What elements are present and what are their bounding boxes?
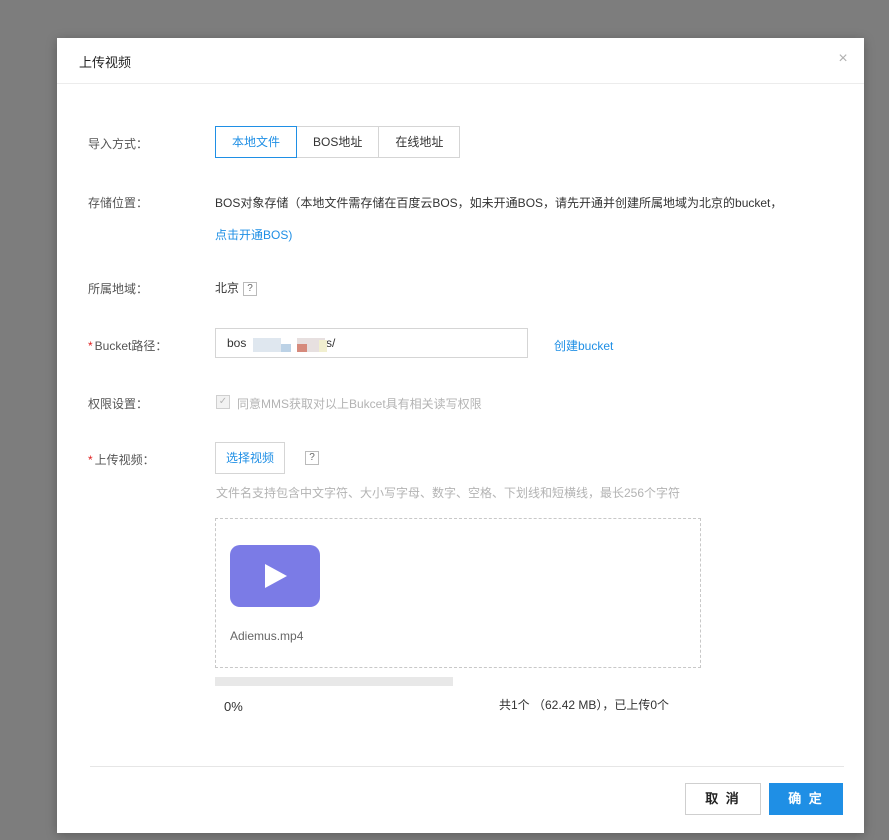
redacted-block xyxy=(281,344,291,352)
footer-divider xyxy=(90,766,844,767)
redacted-block xyxy=(319,340,327,352)
open-bos-link[interactable]: 点击开通BOS xyxy=(215,228,288,242)
upload-progress-bar xyxy=(215,677,453,686)
upload-video-label-text: 上传视频： xyxy=(94,453,155,467)
permission-checkbox[interactable]: ✓ xyxy=(216,395,230,409)
import-option-online-address[interactable]: 在线地址 xyxy=(379,127,460,157)
storage-description: BOS对象存储（本地文件需存储在百度云BOS，如未开通BOS，请先开通并创建所属… xyxy=(215,196,783,210)
bucket-path-prefix: bos xyxy=(227,336,247,350)
permission-text: 同意MMS获取对以上Bukcet具有相关读写权限 xyxy=(237,397,482,411)
video-file-thumbnail xyxy=(230,545,320,607)
import-method-segmented: 本地文件 BOS地址 在线地址 xyxy=(215,126,461,158)
upload-video-label: * 上传视频： xyxy=(88,451,188,468)
import-option-bos-address[interactable]: BOS地址 xyxy=(297,127,380,157)
upload-progress-percent: 0% xyxy=(224,699,243,714)
region-value: 北京 xyxy=(215,281,240,295)
bucket-path-suffix: s/ xyxy=(326,336,336,350)
bucket-path-label-text: Bucket路径： xyxy=(94,339,168,353)
redacted-block xyxy=(253,338,281,352)
create-bucket-link[interactable]: 创建bucket xyxy=(554,337,613,354)
upload-help-row: ? xyxy=(301,450,319,465)
permission-label: 权限设置： xyxy=(88,397,149,411)
region-label: 所属地域： xyxy=(88,282,149,296)
region-help-icon[interactable]: ? xyxy=(243,281,258,296)
play-icon xyxy=(265,564,287,588)
required-marker: * xyxy=(88,339,93,353)
region-value-row: 北京? xyxy=(215,279,258,296)
import-method-label: 导入方式： xyxy=(88,137,149,151)
redacted-block xyxy=(297,344,307,352)
select-video-button[interactable]: 选择视频 xyxy=(215,442,286,474)
bucket-path-label: * Bucket路径： xyxy=(88,337,188,354)
file-name: Adiemus.mp4 xyxy=(230,629,304,643)
cancel-button[interactable]: 取 消 xyxy=(685,783,761,815)
storage-location-label: 存储位置： xyxy=(88,196,149,210)
dialog-title: 上传视频 xyxy=(79,55,132,70)
confirm-button[interactable]: 确 定 xyxy=(769,783,843,815)
file-name-hint: 文件名支持包含中文字符、大小写字母、数字、空格、下划线和短横线，最长256个字符 xyxy=(216,486,681,500)
upload-dropzone[interactable]: Adiemus.mp4 xyxy=(215,518,701,668)
upload-help-icon[interactable]: ? xyxy=(305,450,319,465)
upload-video-dialog: 上传视频 × 导入方式： 本地文件 BOS地址 在线地址 存储位置： BOS对象… xyxy=(57,38,864,833)
import-option-local-file[interactable]: 本地文件 xyxy=(215,126,298,158)
storage-link-line: 点击开通BOS) xyxy=(215,226,292,243)
open-bos-link-suffix: ) xyxy=(288,228,293,242)
close-icon[interactable]: × xyxy=(834,50,852,68)
dialog-header: 上传视频 × xyxy=(57,38,864,84)
upload-summary: 共1个 （62.42 MB），已上传0个 xyxy=(499,698,670,712)
required-marker: * xyxy=(88,453,93,467)
